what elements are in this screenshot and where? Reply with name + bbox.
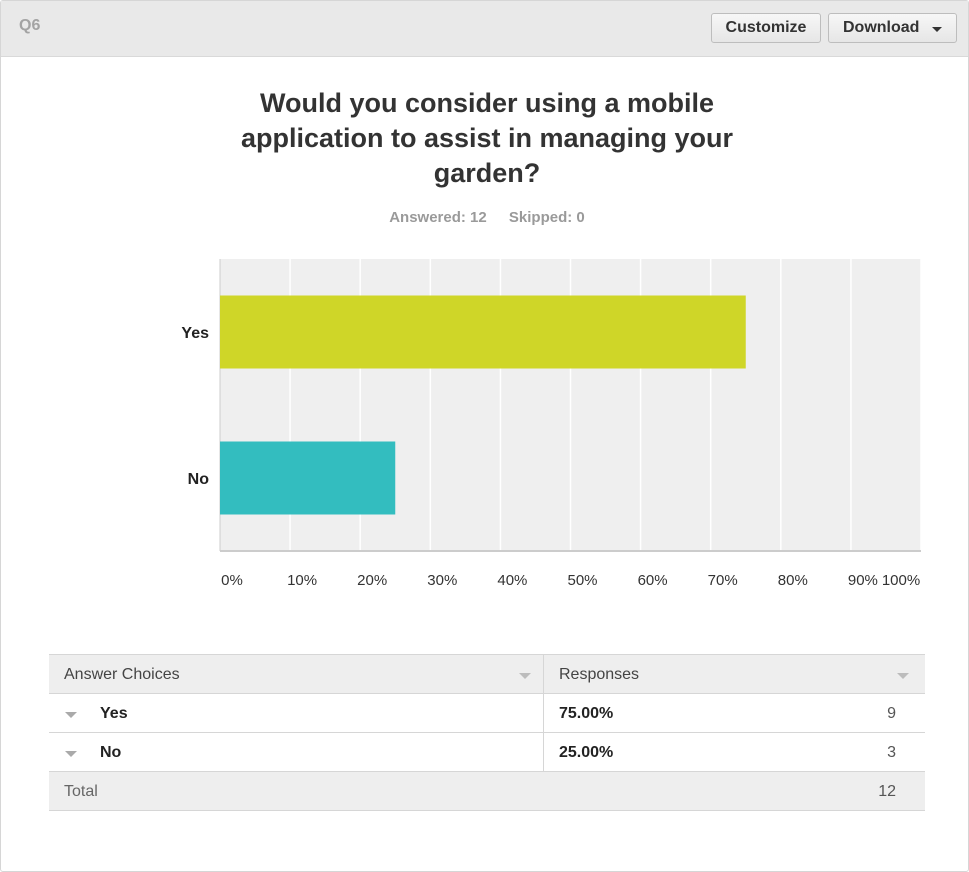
x-tick-label: 70% <box>708 572 738 589</box>
answer-choices-header[interactable]: Answer Choices <box>49 654 544 694</box>
x-tick-label: 50% <box>567 572 597 589</box>
x-tick-label: 100% <box>882 572 920 589</box>
total-cell: Total 12 <box>49 771 925 811</box>
responses-table: Answer Choices Responses Yes 75.00% 9 No… <box>49 654 925 811</box>
y-category-label: No <box>188 471 210 488</box>
answer-cell: No <box>49 732 544 772</box>
x-tick-label: 10% <box>287 572 317 589</box>
expand-caret-icon[interactable] <box>65 712 77 718</box>
response-cell: 75.00% 9 <box>543 693 925 733</box>
sort-icon[interactable] <box>519 673 531 679</box>
response-percent: 25.00% <box>559 744 614 761</box>
response-cell: 25.00% 3 <box>543 732 925 772</box>
response-count: 9 <box>887 705 896 722</box>
x-tick-label: 60% <box>638 572 668 589</box>
bar-yes <box>220 295 746 369</box>
x-tick-label: 40% <box>497 572 527 589</box>
responses-header[interactable]: Responses <box>543 654 925 694</box>
total-value: 12 <box>878 783 896 800</box>
expand-caret-icon[interactable] <box>65 751 77 757</box>
response-percent: 75.00% <box>559 705 614 722</box>
response-bar-chart: 0% 10% 20% 30% 40% 50% 60% 70% 80% 90% 100% Yes No <box>181 259 922 589</box>
table-row: Yes 75.00% 9 <box>49 693 925 733</box>
responses-label: Responses <box>559 666 640 683</box>
x-tick-label: 80% <box>778 572 808 589</box>
table-header-row: Answer Choices Responses <box>49 654 925 694</box>
total-label: Total <box>64 783 98 800</box>
answer-choice-label: Yes <box>100 705 128 722</box>
answer-choices-label: Answer Choices <box>64 666 180 683</box>
bar-no <box>220 441 396 515</box>
answer-choice-label: No <box>100 744 122 761</box>
y-category-label: Yes <box>181 325 209 342</box>
sort-icon[interactable] <box>897 673 909 679</box>
x-tick-label: 90% <box>848 572 878 589</box>
table-row: No 25.00% 3 <box>49 732 925 772</box>
answer-cell: Yes <box>49 693 544 733</box>
x-tick-label: 30% <box>427 572 457 589</box>
x-tick-label: 0% <box>221 572 243 589</box>
table-total-row: Total 12 <box>49 771 925 811</box>
response-count: 3 <box>887 744 896 761</box>
x-tick-label: 20% <box>357 572 387 589</box>
